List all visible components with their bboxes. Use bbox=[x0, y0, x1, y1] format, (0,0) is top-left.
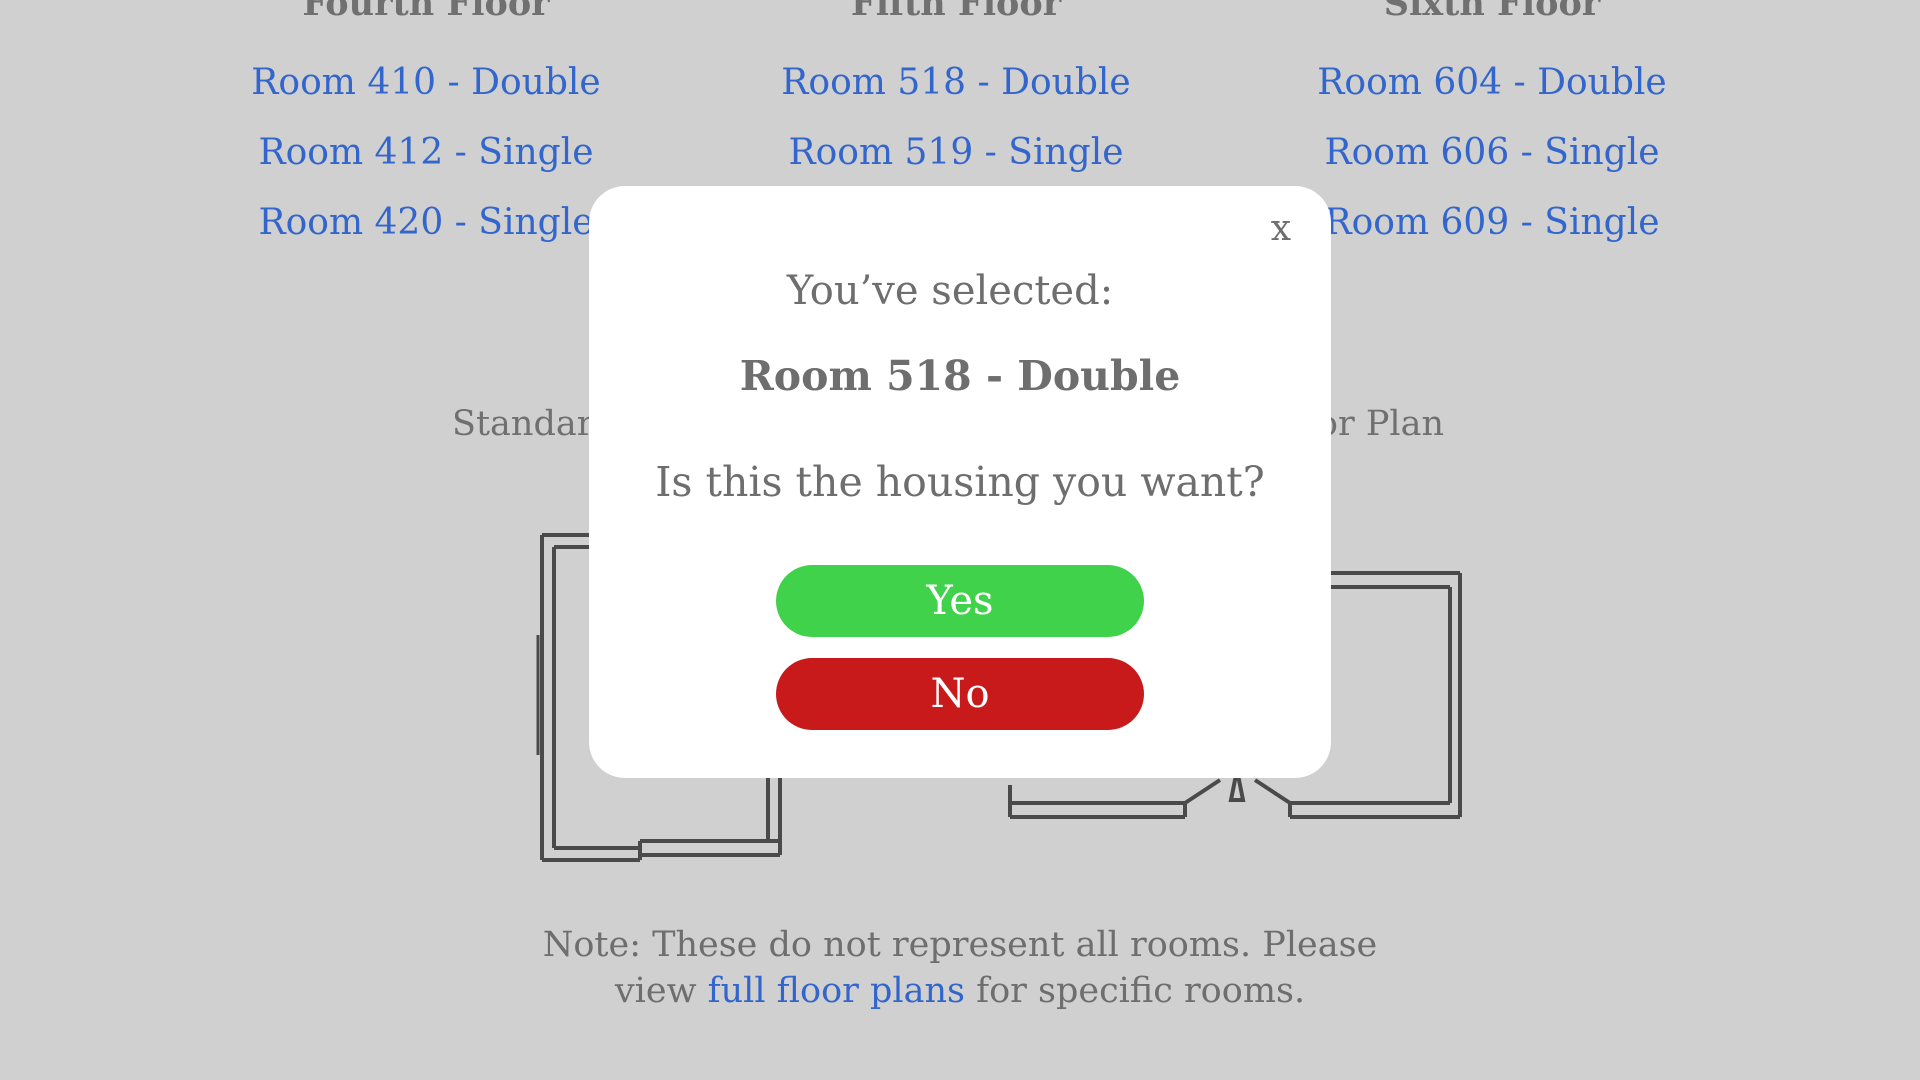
floor-heading: Fourth Floor bbox=[302, 0, 550, 24]
no-button[interactable]: No bbox=[776, 658, 1144, 730]
full-floor-plans-link[interactable]: full floor plans bbox=[708, 971, 965, 1011]
housing-page: Fourth Floor Room 410 - Double Room 412 … bbox=[0, 0, 1920, 1080]
yes-button[interactable]: Yes bbox=[776, 565, 1144, 637]
selected-label: You’ve selected: bbox=[786, 268, 1114, 314]
floor-heading: Sixth Floor bbox=[1383, 0, 1601, 24]
close-icon[interactable]: x bbox=[1271, 208, 1291, 249]
room-link[interactable]: Room 606 - Single bbox=[1232, 132, 1752, 173]
note-text-after: for specific rooms. bbox=[964, 971, 1306, 1011]
confirm-question: Is this the housing you want? bbox=[655, 458, 1265, 506]
room-link[interactable]: Room 410 - Double bbox=[166, 62, 686, 103]
confirm-room-modal: x You’ve selected: Room 518 - Double Is … bbox=[589, 186, 1331, 778]
floor-plan-note: Note: These do not represent all rooms. … bbox=[500, 922, 1420, 1014]
floor-heading: Fifth Floor bbox=[850, 0, 1062, 24]
room-link[interactable]: Room 412 - Single bbox=[166, 132, 686, 173]
selected-room-name: Room 518 - Double bbox=[739, 352, 1181, 400]
room-link[interactable]: Room 519 - Single bbox=[696, 132, 1216, 173]
room-link[interactable]: Room 604 - Double bbox=[1232, 62, 1752, 103]
room-link[interactable]: Room 518 - Double bbox=[696, 62, 1216, 103]
